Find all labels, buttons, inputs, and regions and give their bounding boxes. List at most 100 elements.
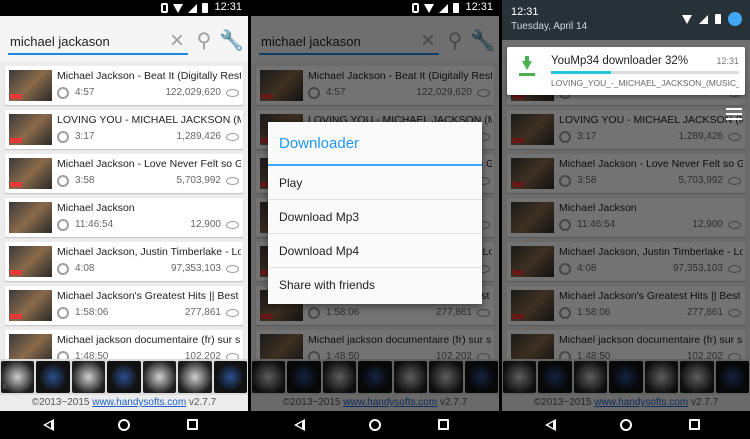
list-item[interactable]: Michael Jackson's Greatest Hits || Best … xyxy=(5,286,243,325)
clock-icon xyxy=(57,175,69,187)
footer: ©2013~2015 www.handysofts.com v2.7.7 xyxy=(0,395,248,411)
version-text: v2.7.7 xyxy=(186,397,217,408)
option-share[interactable]: Share with friends xyxy=(268,268,482,302)
clock-icon xyxy=(57,87,69,99)
battery-icon xyxy=(202,3,208,13)
video-duration: 4:08 xyxy=(75,263,95,274)
signal-icon xyxy=(439,3,448,13)
search-bar: × ⚲ 🔧 xyxy=(0,16,248,62)
clear-icon[interactable]: × xyxy=(166,29,188,53)
back-icon[interactable] xyxy=(43,419,54,431)
wrench-icon[interactable]: 🔧 xyxy=(219,30,244,52)
video-thumbnail xyxy=(9,334,52,359)
wifi-icon xyxy=(424,3,434,13)
clear-all-icon[interactable] xyxy=(726,108,742,122)
notification-shade-header: 12:31 Tuesday, April 14 xyxy=(502,0,750,40)
clock-icon xyxy=(57,131,69,143)
recents-icon[interactable] xyxy=(689,419,700,430)
download-notification[interactable]: YouMp34 downloader 32% 12:31 LOVING_YOU_… xyxy=(507,47,745,95)
eye-icon xyxy=(226,221,239,229)
clock-icon xyxy=(57,351,69,359)
video-title: Michael Jackson xyxy=(57,202,135,214)
list-item[interactable]: Michael Jackson - Beat It (Digitally Res… xyxy=(5,66,243,105)
download-progress-fill xyxy=(551,71,612,74)
video-views: 1,289,426 xyxy=(176,131,222,142)
eye-icon xyxy=(226,133,239,141)
eye-icon xyxy=(226,265,239,273)
video-title: Michael Jackson, Justin Timberlake - Lov… xyxy=(57,246,241,258)
screen-downloader-dialog: 12:31 × ⚲ 🔧 Michael Jackson - Beat It (D… xyxy=(251,0,499,439)
nav-bar xyxy=(0,411,248,439)
ad-banner[interactable]: x xyxy=(0,359,248,395)
video-title: Michael Jackson - Love Never Felt so Goo… xyxy=(57,158,241,170)
dialog-title: Downloader xyxy=(268,122,482,166)
status-icons xyxy=(161,3,208,13)
ad-image xyxy=(107,361,141,393)
video-thumbnail xyxy=(9,202,52,233)
search-input[interactable] xyxy=(8,29,188,55)
list-item[interactable]: Michael Jackson 11:46:54 12,900 xyxy=(5,198,243,237)
home-icon[interactable] xyxy=(369,419,381,431)
wifi-icon xyxy=(682,14,692,24)
nav-bar xyxy=(251,411,499,439)
video-views: 122,029,620 xyxy=(165,87,221,98)
video-thumbnail xyxy=(9,70,52,101)
ad-close-button[interactable]: x xyxy=(2,381,7,391)
video-title: Michael jackson documentaire (fr) sur s.… xyxy=(57,334,241,346)
ad-image xyxy=(36,361,70,393)
video-duration: 11:46:54 xyxy=(75,219,114,230)
status-time: 12:31 xyxy=(214,1,242,13)
option-play[interactable]: Play xyxy=(268,166,482,200)
downloader-dialog: Downloader Play Download Mp3 Download Mp… xyxy=(268,122,482,304)
signal-icon xyxy=(188,3,197,13)
clock-icon xyxy=(57,307,69,319)
download-progress-bar xyxy=(551,71,739,74)
signal-icon xyxy=(699,14,708,24)
notification-time: 12:31 xyxy=(716,56,739,66)
video-thumbnail xyxy=(9,114,52,145)
ad-image xyxy=(142,361,177,393)
website-link[interactable]: www.handysofts.com xyxy=(92,397,186,408)
copyright-text: ©2013~2015 xyxy=(31,397,93,408)
video-thumbnail xyxy=(9,158,52,189)
ad-image xyxy=(213,361,247,393)
home-icon[interactable] xyxy=(620,419,632,431)
status-time: 12:31 xyxy=(465,1,493,13)
video-views: 97,353,103 xyxy=(170,263,221,274)
video-duration: 3:17 xyxy=(75,131,95,142)
video-duration: 1:48:50 xyxy=(75,351,109,359)
clock-icon xyxy=(57,219,69,231)
status-bar: 12:31 xyxy=(251,0,499,16)
option-download-mp4[interactable]: Download Mp4 xyxy=(268,234,482,268)
video-views: 102,202 xyxy=(184,351,221,359)
battery-icon xyxy=(715,14,721,24)
eye-icon xyxy=(226,177,239,185)
option-download-mp3[interactable]: Download Mp3 xyxy=(268,200,482,234)
list-item[interactable]: LOVING YOU - MICHAEL JACKSON (MUSI... 3:1… xyxy=(5,110,243,149)
search-icon[interactable]: ⚲ xyxy=(193,30,215,52)
eye-icon xyxy=(226,309,239,317)
ad-image xyxy=(178,361,212,393)
back-icon[interactable] xyxy=(294,419,305,431)
vibrate-icon xyxy=(412,3,419,13)
user-icon[interactable] xyxy=(728,12,742,26)
screen-search-results: 12:31 × ⚲ 🔧 Michael Jackson - Beat It (D… xyxy=(0,0,248,439)
status-bar: 12:31 xyxy=(0,0,248,16)
notification-subtitle: LOVING_YOU_-_MICHAEL_JACKSON_(MUSIC_VI xyxy=(551,78,739,88)
list-item[interactable]: Michael jackson documentaire (fr) sur s.… xyxy=(5,330,243,359)
video-views: 5,703,992 xyxy=(176,175,222,186)
list-item[interactable]: Michael Jackson, Justin Timberlake - Lov… xyxy=(5,242,243,281)
list-item[interactable]: Michael Jackson - Love Never Felt so Goo… xyxy=(5,154,243,193)
video-duration: 3:58 xyxy=(75,175,95,186)
notification-title: YouMp34 downloader 32% xyxy=(551,55,689,67)
home-icon[interactable] xyxy=(118,419,130,431)
back-icon[interactable] xyxy=(545,419,556,431)
recents-icon[interactable] xyxy=(187,419,198,430)
recents-icon[interactable] xyxy=(438,419,449,430)
quick-icons xyxy=(682,12,742,26)
video-duration: 1:58:06 xyxy=(75,307,109,318)
video-views: 12,900 xyxy=(190,219,221,230)
screen-notification-shade: 🔧 Michael Jackson - Beat It (Digitally R… xyxy=(502,0,750,439)
video-title: Michael Jackson - Beat It (Digitally Res… xyxy=(57,70,241,82)
video-thumbnail xyxy=(9,246,52,277)
